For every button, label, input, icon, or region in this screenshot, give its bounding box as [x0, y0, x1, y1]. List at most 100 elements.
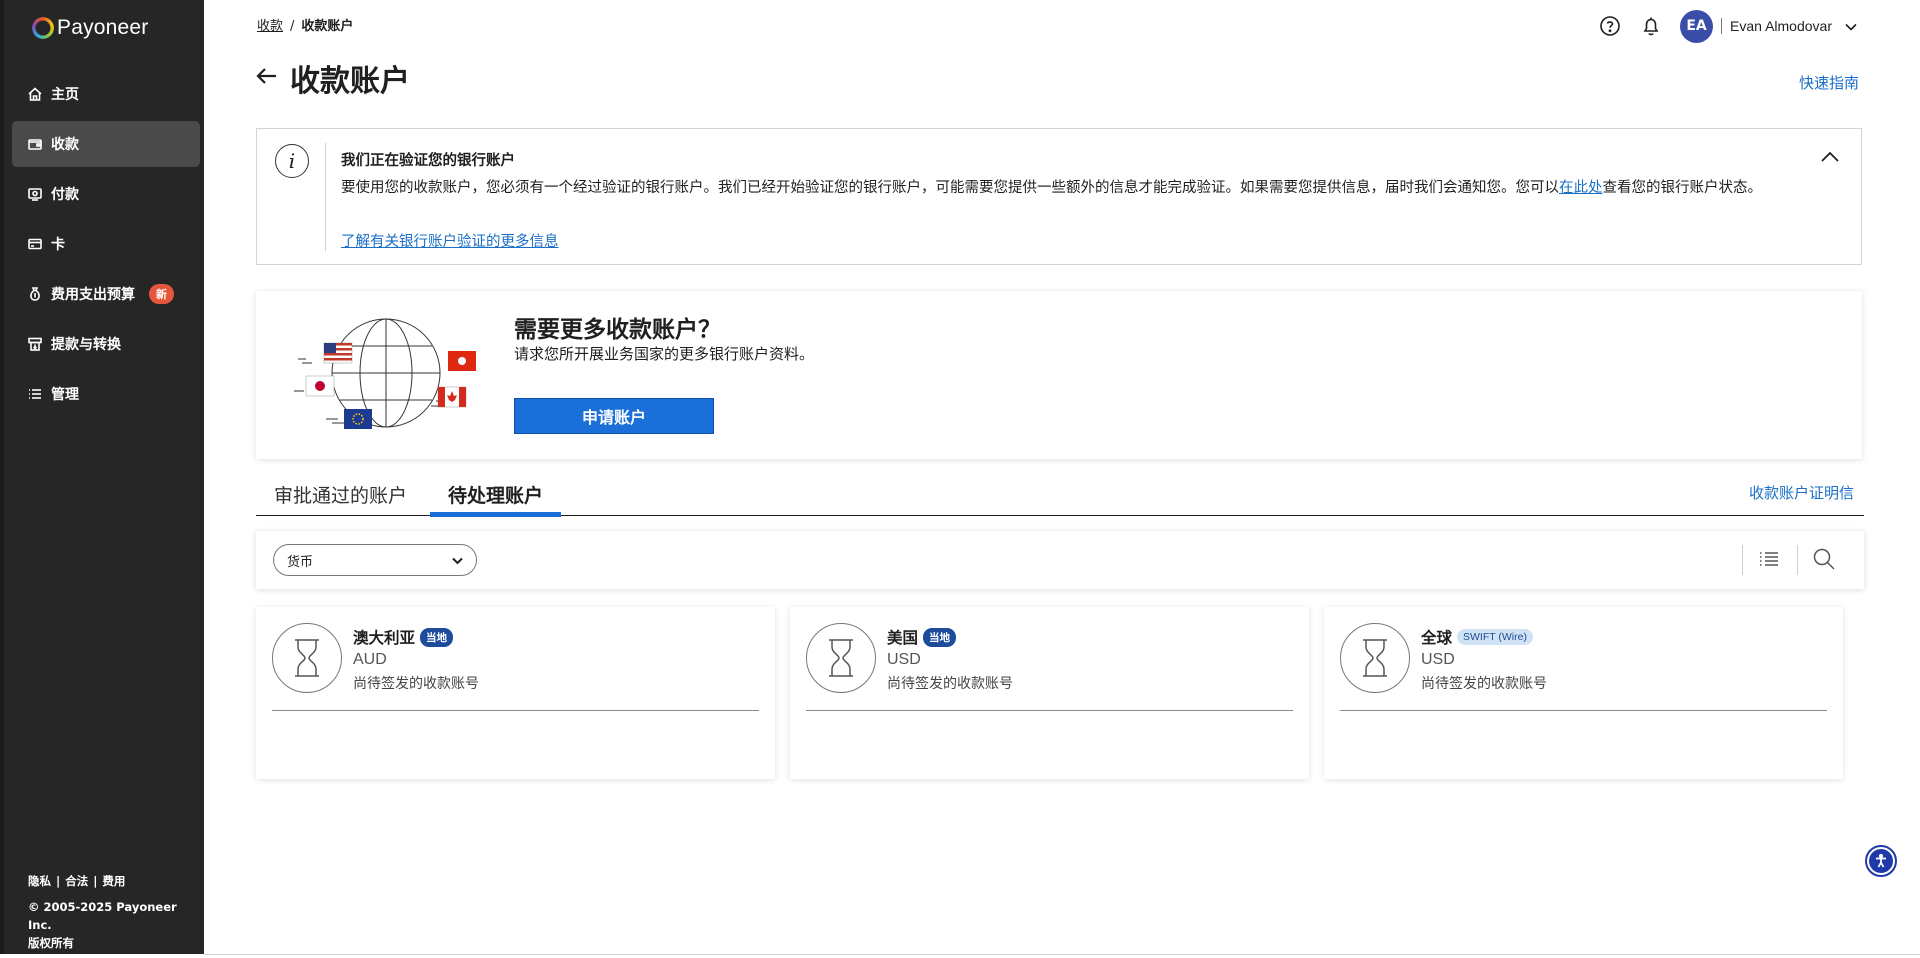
withdraw-icon	[26, 335, 44, 353]
sidebar-item-label: 主页	[51, 87, 79, 103]
list-view-icon[interactable]	[1756, 546, 1784, 574]
footer-links: 隐私 | 合法 | 费用	[28, 872, 204, 890]
sidebar-item-label: 提款与转换	[51, 337, 121, 353]
account-certificate-link[interactable]: 收款账户证明信	[1749, 482, 1854, 503]
local-badge: 当地	[420, 627, 454, 647]
sidebar-item-withdraw[interactable]: 提款与转换	[12, 321, 200, 367]
banner-body-text: 要使用您的收款账户，您必须有一个经过验证的银行账户。我们已经开始验证您的银行账户…	[341, 180, 1559, 196]
account-country: 澳大利亚	[353, 629, 416, 647]
hourglass-icon	[806, 623, 876, 693]
logo-ring-icon	[32, 17, 54, 39]
sidebar-item-home[interactable]: 主页	[12, 71, 200, 117]
card-divider	[806, 710, 1293, 711]
page-title-row: 收款账户	[254, 56, 410, 100]
bell-icon[interactable]	[1639, 14, 1663, 38]
footer-separator: |	[56, 874, 61, 888]
page-bottom-border	[204, 954, 1920, 955]
user-name[interactable]: Evan Almodovar	[1730, 18, 1832, 34]
page-title: 收款账户	[290, 64, 410, 99]
fees-link[interactable]: 费用	[102, 874, 125, 888]
account-currency: USD	[887, 651, 921, 668]
banner-title: 我们正在验证您的银行账户	[341, 153, 515, 169]
legal-link[interactable]: 合法	[65, 874, 88, 888]
accessibility-button[interactable]	[1865, 845, 1897, 877]
banner-here-link[interactable]: 在此处	[1559, 180, 1603, 196]
account-card-australia[interactable]: 澳大利亚 当地 AUD 尚待签发的收款账号	[256, 607, 775, 779]
account-card-usa[interactable]: 美国 当地 USD 尚待签发的收款账号	[790, 607, 1309, 779]
breadcrumb-current: 收款账户	[301, 19, 354, 34]
sidebar-item-manage[interactable]: 管理	[12, 371, 200, 417]
banner-body-text-end: 查看您的银行账户状态。	[1602, 180, 1763, 196]
eu-flag-icon	[344, 409, 372, 429]
toolbar-divider	[1797, 545, 1798, 575]
wallet-icon	[26, 135, 44, 153]
chevron-down-icon[interactable]	[1844, 19, 1858, 33]
sidebar-item-expense-budget[interactable]: 费用支出预算 新	[12, 271, 200, 317]
hk-flag-icon	[448, 351, 476, 371]
us-flag-icon	[323, 342, 353, 364]
card-divider	[1340, 710, 1827, 711]
accessibility-icon	[1869, 849, 1893, 873]
card-name-row: 澳大利亚 当地	[353, 626, 454, 648]
logo-text: Payoneer	[57, 16, 149, 39]
breadcrumb-separator: /	[290, 19, 295, 34]
learn-more-link[interactable]: 了解有关银行账户验证的更多信息	[341, 230, 559, 251]
hourglass-icon	[1340, 623, 1410, 693]
sidebar-item-pay[interactable]: 付款	[12, 171, 200, 217]
request-accounts-card: 需要更多收款账户？ 请求您所开展业务国家的更多银行账户资料。 申请账户	[256, 291, 1862, 459]
sidebar-item-label: 付款	[51, 187, 79, 203]
account-card-global[interactable]: 全球 SWIFT (Wire) USD 尚待签发的收款账号	[1324, 607, 1843, 779]
info-icon: i	[275, 144, 309, 178]
back-arrow-icon[interactable]	[254, 63, 280, 93]
account-currency: USD	[1421, 651, 1455, 668]
verification-banner: i 我们正在验证您的银行账户 要使用您的收款账户，您必须有一个经过验证的银行账户…	[256, 128, 1862, 265]
new-badge: 新	[149, 284, 174, 304]
account-status: 尚待签发的收款账号	[353, 676, 479, 692]
list-icon	[26, 385, 44, 403]
promo-subtitle: 请求您所开展业务国家的更多银行账户资料。	[514, 345, 815, 363]
chevron-down-icon	[451, 554, 464, 567]
apply-account-button[interactable]: 申请账户	[514, 398, 714, 434]
card-icon	[26, 235, 44, 253]
copyright-text: © 2005-2025 Payoneer Inc.	[28, 900, 177, 932]
header-actions: EA Evan Almodovar	[1598, 9, 1858, 43]
sidebar: Payoneer 主页 收款 付款 卡 费用支出预算 新 提款与转换 管理 隐私…	[0, 0, 204, 954]
account-currency: AUD	[353, 651, 387, 668]
currency-select[interactable]: 货币	[273, 544, 477, 576]
payment-icon	[26, 185, 44, 203]
banner-divider	[325, 143, 326, 251]
promo-title: 需要更多收款账户？	[514, 317, 721, 343]
help-icon[interactable]	[1598, 14, 1622, 38]
account-status: 尚待签发的收款账号	[887, 676, 1013, 692]
breadcrumb-parent-link[interactable]: 收款	[257, 19, 283, 34]
rights-text: 版权所有	[28, 936, 74, 950]
banner-body: 要使用您的收款账户，您必须有一个经过验证的银行账户。我们已经开始验证您的银行账户…	[341, 177, 1821, 199]
filter-bar: 货币	[256, 531, 1864, 589]
quick-guide-link[interactable]: 快速指南	[1799, 72, 1859, 93]
sidebar-nav: 主页 收款 付款 卡 费用支出预算 新 提款与转换 管理	[12, 71, 200, 421]
card-name-row: 全球 SWIFT (Wire)	[1421, 626, 1533, 648]
chevron-up-icon[interactable]	[1819, 146, 1841, 168]
tab-pending-accounts[interactable]: 待处理账户	[430, 481, 562, 517]
card-divider	[272, 710, 759, 711]
avatar[interactable]: EA	[1680, 9, 1714, 43]
privacy-link[interactable]: 隐私	[28, 874, 51, 888]
sidebar-item-receive[interactable]: 收款	[12, 121, 200, 167]
sidebar-item-card[interactable]: 卡	[12, 221, 200, 267]
japan-flag-icon	[305, 375, 335, 397]
sidebar-item-label: 收款	[51, 137, 79, 153]
globe-flags-illustration	[286, 311, 486, 431]
search-icon[interactable]	[1811, 546, 1839, 574]
sidebar-item-label: 管理	[51, 387, 79, 403]
breadcrumb: 收款 / 收款账户	[257, 15, 353, 34]
money-bag-icon	[26, 285, 44, 303]
tab-approved-accounts[interactable]: 审批通过的账户	[256, 481, 425, 516]
account-country: 全球	[1421, 629, 1453, 647]
canada-flag-icon	[437, 386, 467, 408]
toolbar-divider	[1742, 545, 1743, 575]
sidebar-item-label: 费用支出预算	[51, 287, 135, 303]
sidebar-item-label: 卡	[51, 237, 65, 253]
payoneer-logo[interactable]: Payoneer	[32, 14, 149, 42]
account-status: 尚待签发的收款账号	[1421, 676, 1547, 692]
home-icon	[26, 85, 44, 103]
